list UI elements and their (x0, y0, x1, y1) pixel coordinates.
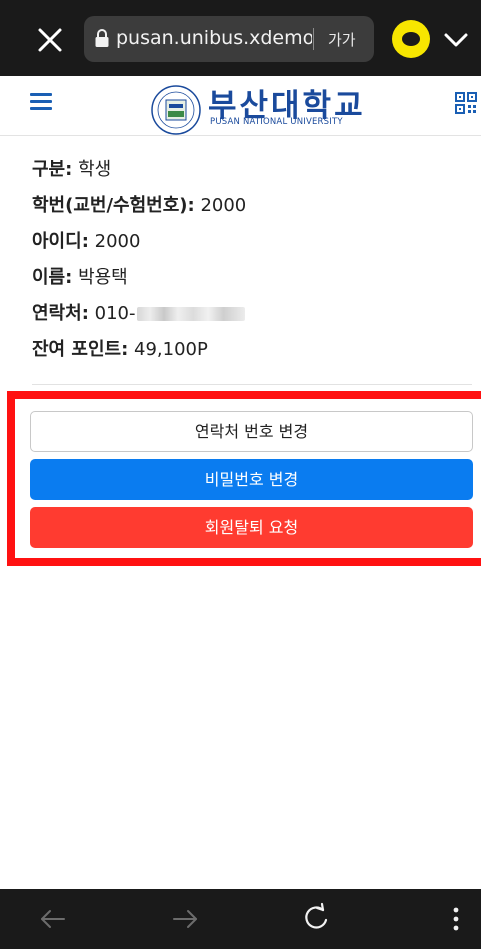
chevron-down-icon[interactable] (440, 24, 472, 56)
info-separator: : (187, 195, 195, 216)
menu-bar (30, 107, 52, 110)
info-value: 010- (94, 303, 136, 324)
lock-icon (95, 29, 109, 47)
profile-info: 구분: 학생 학번(교번/수험번호): 2000 아이디: 2000 이름: 박… (32, 152, 452, 368)
info-label: 아이디 (32, 231, 82, 252)
info-separator: : (81, 231, 89, 252)
redacted-phone-number (137, 307, 246, 321)
menu-bar (30, 100, 52, 103)
info-value: 박용택 (78, 267, 128, 288)
url-text: pusan.unibus.xdemo. (116, 27, 312, 49)
menu-bar (30, 93, 52, 96)
info-row-points: 잔여 포인트: 49,100P (32, 332, 452, 368)
reload-icon[interactable] (300, 901, 334, 935)
hamburger-menu-icon[interactable] (30, 93, 52, 111)
university-emblem[interactable] (150, 84, 202, 136)
browser-bottom-bar (0, 889, 481, 949)
info-label: 연락처 (32, 303, 82, 324)
site-header: 부산대학교 PUSAN NATIONAL UNIVERSITY (0, 76, 481, 136)
info-label: 학번(교번/수험번호) (32, 195, 188, 216)
info-separator: : (65, 267, 73, 288)
info-separator: : (81, 303, 89, 324)
info-separator: : (65, 159, 73, 180)
info-row-name: 이름: 박용택 (32, 260, 452, 296)
info-value: 학생 (78, 159, 112, 180)
info-row-type: 구분: 학생 (32, 152, 452, 188)
info-value: 2000 (94, 231, 141, 252)
change-password-button[interactable]: 비밀번호 변경 (30, 459, 473, 500)
browser-top-bar: pusan.unibus.xdemo. 가가 (0, 0, 481, 76)
arrow-left-icon[interactable] (36, 903, 70, 935)
info-label: 이름 (32, 267, 66, 288)
text-size-button[interactable]: 가가 (328, 29, 356, 50)
close-icon[interactable] (30, 20, 70, 60)
change-phone-button[interactable]: 연락처 번호 변경 (30, 411, 473, 452)
address-bar-divider (313, 28, 314, 50)
section-divider (32, 384, 472, 385)
info-value: 49,100P (134, 339, 208, 360)
info-label: 구분 (32, 159, 66, 180)
info-row-user-id: 아이디: 2000 (32, 224, 452, 260)
more-vertical-icon[interactable] (446, 903, 466, 935)
qr-code-icon[interactable] (455, 92, 477, 114)
university-name-english: PUSAN NATIONAL UNIVERSITY (210, 117, 343, 127)
info-row-student-id: 학번(교번/수험번호): 2000 (32, 188, 452, 224)
address-bar[interactable]: pusan.unibus.xdemo. 가가 (84, 16, 374, 62)
withdraw-request-button[interactable]: 회원탈퇴 요청 (30, 507, 473, 548)
kakao-bubble-shape (402, 32, 420, 46)
kakaotalk-icon[interactable] (392, 20, 430, 58)
info-value: 2000 (200, 195, 247, 216)
info-separator: : (121, 339, 129, 360)
info-label: 잔여 포인트 (32, 339, 122, 360)
arrow-right-icon[interactable] (168, 903, 202, 935)
info-row-phone: 연락처: 010- (32, 296, 452, 332)
